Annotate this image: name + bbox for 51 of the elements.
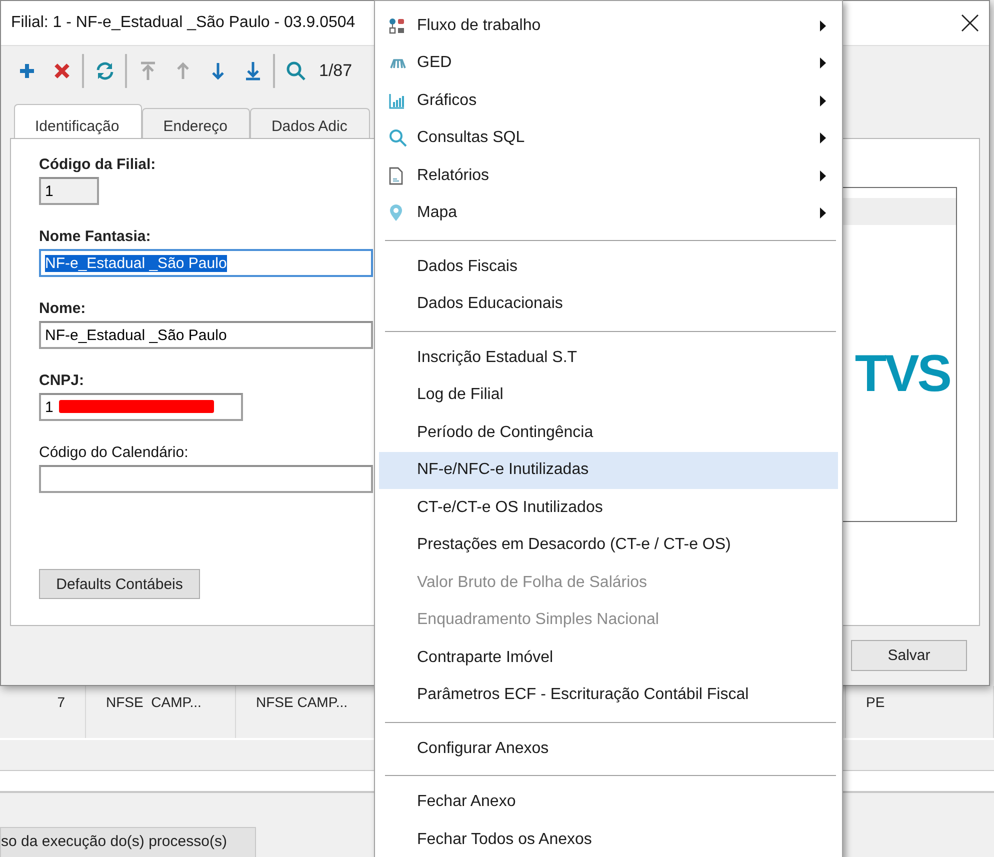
menu-item[interactable]: Fechar Todos os Anexos — [379, 821, 838, 857]
menu-item[interactable]: Contraparte Imóvel — [379, 639, 838, 676]
tab[interactable]: Endereço — [142, 108, 250, 138]
map-pin-icon — [389, 204, 403, 222]
input-field[interactable] — [39, 465, 373, 493]
menu-item[interactable]: Dados Educacionais — [379, 286, 838, 323]
add-icon — [18, 62, 36, 80]
menu-item[interactable]: Dados Fiscais — [379, 248, 838, 286]
arrow-down-icon — [210, 61, 226, 81]
document-icon — [389, 166, 403, 185]
menu-item[interactable]: Log de Filial — [379, 376, 838, 414]
field-label: Código do Calendário: — [39, 443, 190, 463]
refresh-icon — [94, 61, 114, 81]
menu-item[interactable]: Gráficos — [379, 82, 838, 120]
workflow-icon — [389, 18, 405, 34]
bar-chart-icon — [389, 92, 405, 109]
field-label: Código da Filial: — [39, 155, 157, 175]
save-button[interactable]: Salvar — [851, 640, 967, 671]
menu-item[interactable]: Mapa — [379, 194, 838, 232]
field-label: Nome: — [39, 299, 87, 319]
menu-item[interactable]: Relatórios — [379, 157, 838, 194]
record-counter: 1/87 — [319, 61, 352, 81]
menu-item[interactable]: Consultas SQL — [379, 120, 838, 157]
window-title: Filial: 1 - NF-e_Estadual _São Paulo - 03.9.0504 — [11, 14, 356, 32]
input-field[interactable]: NF-e_Estadual _São Paulo — [39, 321, 373, 349]
field-label: CNPJ: — [39, 371, 86, 391]
tab[interactable]: Dados Adic — [250, 108, 370, 138]
menu-item[interactable]: Período de Contingência — [379, 414, 838, 452]
close-icon[interactable] — [961, 14, 979, 32]
menu-item[interactable]: Inscrição Estadual S.T — [379, 339, 838, 376]
archive-icon — [389, 56, 407, 70]
menu-item[interactable]: Fluxo de trabalho — [379, 7, 838, 44]
tab[interactable]: Identificação — [14, 104, 142, 138]
menu-item[interactable]: GED — [379, 44, 838, 82]
arrow-up-icon — [174, 61, 190, 81]
input-field[interactable]: 1 — [39, 177, 99, 205]
close-icon — [52, 62, 70, 80]
arrow-top-icon — [140, 61, 156, 81]
search-icon — [389, 129, 407, 148]
field-label: Nome Fantasia: — [39, 227, 152, 247]
arrow-bottom-icon — [244, 61, 260, 81]
menu-item[interactable]: NF-e/NFC-e Inutilizadas — [379, 452, 838, 489]
status-tab[interactable]: so da execução do(s) processo(s) — [0, 827, 256, 857]
input-field[interactable]: NF-e_Estadual _São Paulo — [39, 249, 373, 277]
input-field[interactable]: 1 — [39, 393, 243, 421]
defaults-button[interactable]: Defaults Contábeis — [39, 569, 200, 599]
menu-item[interactable]: Prestações em Desacordo (CT-e / CT-e OS) — [379, 526, 838, 564]
logo-text: TVS — [854, 347, 950, 401]
search-icon — [286, 61, 306, 81]
menu-item[interactable]: Fechar Anexo — [379, 784, 838, 821]
menu-item[interactable]: CT-e/CT-e OS Inutilizados — [379, 489, 838, 526]
